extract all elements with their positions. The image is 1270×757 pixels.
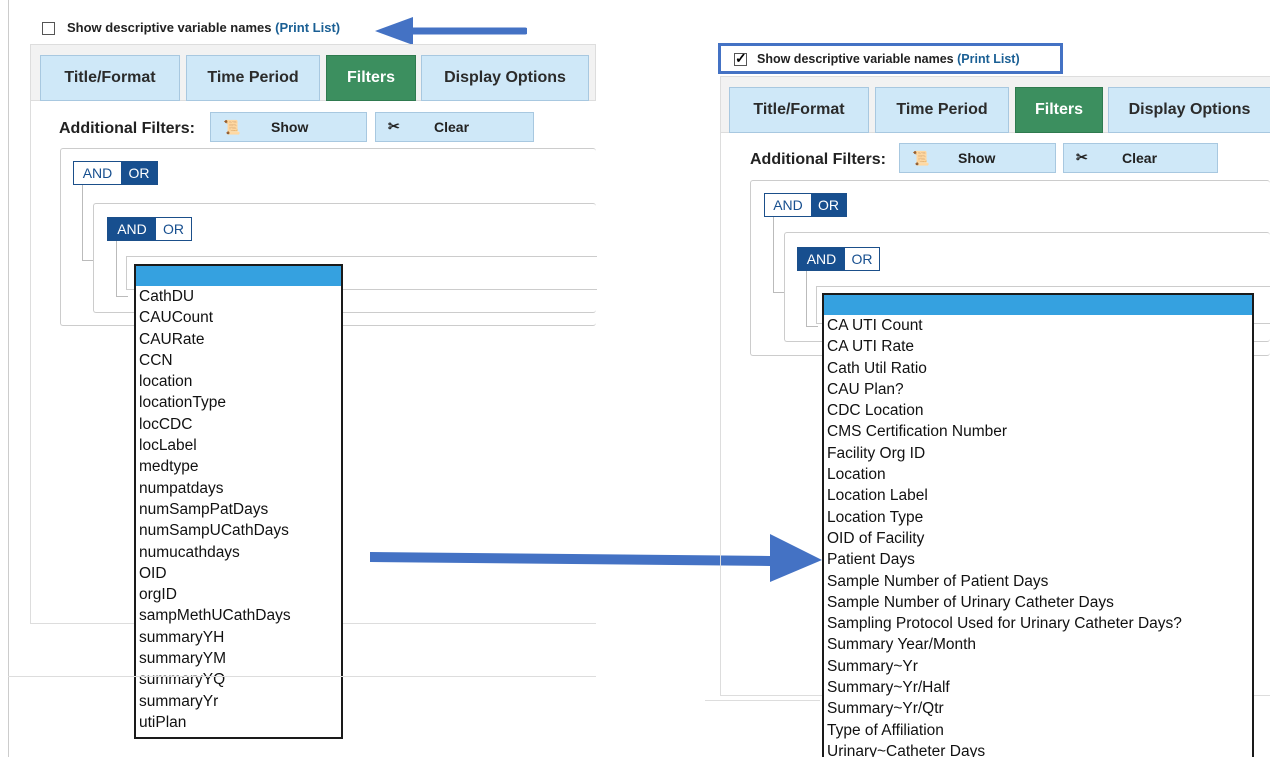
variable-dropdown-list[interactable]: CathDU CAUCount CAURate CCN location location… [134, 264, 343, 739]
dropdown-option[interactable]: Type of Affiliation [824, 720, 1252, 741]
scissors-icon: ✂ [1076, 149, 1088, 165]
tab-filters[interactable]: Filters [326, 55, 416, 101]
dropdown-option[interactable]: orgID [136, 584, 341, 605]
outer-or-option[interactable]: OR [121, 162, 157, 184]
tab-time-period[interactable]: Time Period [875, 87, 1009, 133]
dropdown-option[interactable]: Summary~Yr/Qtr [824, 698, 1252, 719]
dropdown-option[interactable]: OID of Facility [824, 528, 1252, 549]
clear-button-label: Clear [1122, 150, 1158, 166]
scroll-icon: 📜 [912, 150, 930, 166]
inner-or-option[interactable]: OR [156, 218, 191, 240]
divider [8, 676, 596, 677]
left-edge-line [8, 0, 9, 757]
dropdown-option[interactable]: numSampPatDays [136, 499, 341, 520]
dropdown-option[interactable]: locLabel [136, 435, 341, 456]
tab-time-period[interactable]: Time Period [186, 55, 320, 101]
tab-title-format[interactable]: Title/Format [729, 87, 869, 133]
dropdown-options: CA UTI Count CA UTI Rate Cath Util Ratio CA… [824, 315, 1252, 757]
clear-filters-button[interactable]: ✂ Clear [375, 112, 534, 142]
descriptive-names-label: Show descriptive variable names (Print L… [67, 20, 340, 35]
dropdown-option[interactable]: Sample Number of Patient Days [824, 571, 1252, 592]
dropdown-option[interactable]: Summary Year/Month [824, 634, 1252, 655]
dropdown-option[interactable]: summaryYQ [136, 669, 341, 690]
checkbox-label-text: Show descriptive variable names [757, 52, 954, 66]
variable-dropdown-list[interactable]: CA UTI Count CA UTI Rate Cath Util Ratio CA… [822, 293, 1254, 757]
dropdown-option[interactable]: summaryYM [136, 648, 341, 669]
dropdown-selected-row[interactable] [824, 295, 1252, 315]
additional-filters-label: Additional Filters: [59, 120, 195, 137]
inner-and-option[interactable]: AND [798, 248, 845, 270]
dropdown-option[interactable]: numSampUCathDays [136, 520, 341, 541]
outer-and-option[interactable]: AND [74, 162, 121, 184]
inner-and-or-toggle[interactable]: AND OR [107, 217, 192, 241]
dropdown-option[interactable]: location [136, 371, 341, 392]
outer-and-or-toggle[interactable]: AND OR [73, 161, 158, 185]
clear-filters-button[interactable]: ✂ Clear [1063, 143, 1218, 173]
tab-title-format[interactable]: Title/Format [40, 55, 180, 101]
show-filters-button[interactable]: 📜 Show [899, 143, 1056, 173]
dropdown-option[interactable]: Facility Org ID [824, 443, 1252, 464]
dropdown-option[interactable]: CMS Certification Number [824, 421, 1252, 442]
inner-or-option[interactable]: OR [845, 248, 879, 270]
outer-and-option[interactable]: AND [765, 194, 811, 216]
dropdown-options: CathDU CAUCount CAURate CCN location location… [136, 286, 341, 733]
dropdown-option[interactable]: summaryYH [136, 627, 341, 648]
dropdown-option[interactable]: CA UTI Rate [824, 336, 1252, 357]
show-button-label: Show [271, 119, 309, 135]
dropdown-option[interactable]: Summary~Yr [824, 656, 1252, 677]
descriptive-names-label: Show descriptive variable names (Print L… [757, 52, 1020, 66]
dropdown-option[interactable]: Urinary~Catheter Days [824, 741, 1252, 757]
scissors-icon: ✂ [388, 118, 400, 134]
checkbox-label-text: Show descriptive variable names [67, 20, 272, 35]
dropdown-option[interactable]: Summary~Yr/Half [824, 677, 1252, 698]
dropdown-option[interactable]: locationType [136, 392, 341, 413]
tab-display-options[interactable]: Display Options [1108, 87, 1270, 133]
dropdown-option[interactable]: OID [136, 563, 341, 584]
dropdown-option[interactable]: sampMethUCathDays [136, 605, 341, 626]
clear-button-label: Clear [434, 119, 470, 135]
dropdown-option[interactable]: summaryYr [136, 691, 341, 712]
dropdown-option[interactable]: CDC Location [824, 400, 1252, 421]
dropdown-option[interactable]: CAUCount [136, 307, 341, 328]
dropdown-option[interactable]: medtype [136, 456, 341, 477]
scroll-icon: 📜 [223, 119, 241, 135]
dropdown-option[interactable]: CAU Plan? [824, 379, 1252, 400]
outer-and-or-toggle[interactable]: AND OR [764, 193, 847, 217]
descriptive-names-checkbox[interactable] [42, 22, 55, 35]
show-filters-button[interactable]: 📜 Show [210, 112, 367, 142]
descriptive-names-checkbox[interactable] [734, 50, 747, 67]
tab-display-options[interactable]: Display Options [421, 55, 589, 101]
dropdown-option[interactable]: Location [824, 464, 1252, 485]
print-list-link[interactable]: (Print List) [957, 52, 1020, 66]
print-list-link[interactable]: (Print List) [275, 20, 340, 35]
dropdown-option[interactable]: Sample Number of Urinary Catheter Days [824, 592, 1252, 613]
dropdown-option[interactable]: Sampling Protocol Used for Urinary Cathe… [824, 613, 1252, 634]
dropdown-option[interactable]: CCN [136, 350, 341, 371]
dropdown-selected-row[interactable] [136, 266, 341, 286]
dropdown-option[interactable]: locCDC [136, 414, 341, 435]
dropdown-option[interactable]: CAURate [136, 329, 341, 350]
tab-filters[interactable]: Filters [1015, 87, 1103, 133]
dropdown-option[interactable]: utiPlan [136, 712, 341, 733]
dropdown-option[interactable]: Patient Days [824, 549, 1252, 570]
divider [705, 700, 820, 701]
inner-and-or-toggle[interactable]: AND OR [797, 247, 880, 271]
outer-or-option[interactable]: OR [811, 194, 846, 216]
dropdown-option[interactable]: Location Type [824, 507, 1252, 528]
inner-and-option[interactable]: AND [108, 218, 156, 240]
additional-filters-label: Additional Filters: [750, 151, 886, 168]
dropdown-option[interactable]: numpatdays [136, 478, 341, 499]
dropdown-option[interactable]: CathDU [136, 286, 341, 307]
arrow-icon [375, 17, 527, 45]
show-button-label: Show [958, 150, 996, 166]
dropdown-option[interactable]: CA UTI Count [824, 315, 1252, 336]
dropdown-option[interactable]: Location Label [824, 485, 1252, 506]
dropdown-option[interactable]: numucathdays [136, 542, 341, 563]
dropdown-option[interactable]: Cath Util Ratio [824, 358, 1252, 379]
